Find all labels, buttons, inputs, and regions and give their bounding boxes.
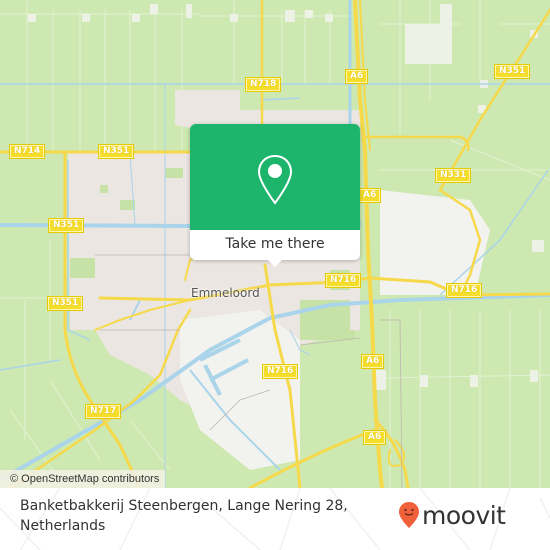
road-label: N351	[99, 145, 134, 158]
popup-pointer	[267, 259, 283, 267]
road-label: A6	[362, 355, 384, 368]
road-label: A6	[359, 189, 381, 202]
road-label: N716	[326, 274, 361, 287]
moovit-pin-icon	[399, 502, 419, 528]
road-label: N714	[10, 145, 45, 158]
footer: Banketbakkerij Steenbergen, Lange Nering…	[0, 488, 550, 550]
location-address: Banketbakkerij Steenbergen, Lange Nering…	[20, 498, 348, 534]
map-pin-icon	[257, 154, 293, 205]
moovit-logo[interactable]: moovit	[398, 500, 506, 530]
road-label: N716	[447, 284, 482, 297]
road-label: N717	[86, 405, 121, 418]
road-label: A6	[346, 70, 368, 83]
take-me-there-button[interactable]: Take me there	[190, 230, 360, 260]
road-label: N718	[246, 78, 281, 91]
city-label: Emmeloord	[191, 286, 260, 300]
road-label: N351	[49, 219, 84, 232]
road-label: N331	[436, 169, 471, 182]
map-view[interactable]: N714 N351 N718 A6 N351 A6 N331 N351 N351…	[0, 0, 550, 488]
road-label: N351	[495, 65, 530, 78]
popup-header	[190, 124, 360, 230]
brand-name: moovit	[422, 500, 506, 530]
road-label: N351	[48, 297, 83, 310]
map-attribution[interactable]: © OpenStreetMap contributors	[0, 470, 166, 488]
location-popup[interactable]: Take me there	[190, 124, 360, 267]
road-label: N716	[263, 365, 298, 378]
road-label: A6	[364, 431, 386, 444]
